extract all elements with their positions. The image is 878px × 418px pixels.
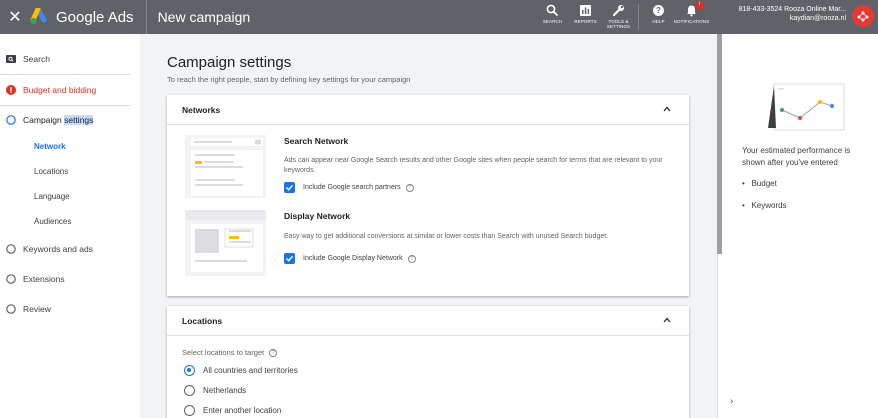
step-circle-icon xyxy=(6,244,16,254)
tool-label: HELP xyxy=(652,19,665,24)
step-circle-icon xyxy=(6,274,16,284)
wrench-icon xyxy=(612,5,624,17)
nav-item-search[interactable]: Search xyxy=(0,44,130,74)
nav-item-label: Campaign settings xyxy=(23,115,94,125)
nav-item-label: Budget and bidding xyxy=(23,85,97,95)
nav-item-label: Extensions xyxy=(23,274,65,284)
tool-label: NOTIFICATIONS xyxy=(673,19,710,24)
radio-button[interactable] xyxy=(184,385,195,396)
location-option-all[interactable]: All countries and territories xyxy=(184,365,298,376)
avatar[interactable] xyxy=(852,5,874,27)
performance-chart-illustration xyxy=(768,83,845,131)
radio-label: Netherlands xyxy=(203,386,247,395)
divider xyxy=(638,4,639,30)
checkmark-icon xyxy=(286,255,294,262)
nav-item-budget[interactable]: Budget and bidding xyxy=(0,75,130,105)
subnav-language[interactable]: Language xyxy=(34,192,70,201)
brand-name: Google Ads xyxy=(56,8,134,26)
main-content: Campaign settings To reach the right peo… xyxy=(140,34,717,418)
display-network-title: Display Network xyxy=(284,211,351,221)
tools-settings-button[interactable]: TOOLS & SETTINGS xyxy=(602,0,635,34)
nav-item-campaign-settings[interactable]: Campaign settings xyxy=(0,105,130,135)
display-network-label: Include Google Display Network xyxy=(303,255,403,262)
reports-button[interactable]: REPORTS xyxy=(569,0,602,34)
nav-item-keywords[interactable]: Keywords and ads xyxy=(0,234,130,264)
locations-card: Locations Select locations to target ? A… xyxy=(167,306,689,418)
google-ads-logo xyxy=(30,6,50,26)
radio-button[interactable] xyxy=(184,365,195,376)
display-network-illustration xyxy=(185,210,266,276)
tool-label: REPORTS xyxy=(574,19,597,24)
page-title: New campaign xyxy=(157,9,251,25)
nav-item-extensions[interactable]: Extensions xyxy=(0,264,130,294)
radio-label: Enter another location xyxy=(203,406,282,415)
nav-item-label: Search xyxy=(23,54,50,64)
top-bar: ✕ Google Ads New campaign SEARCH REPORTS… xyxy=(0,0,878,34)
reports-icon xyxy=(580,5,591,16)
performance-text: Your estimated performance is shown afte… xyxy=(742,146,851,167)
display-network-row: Include Google Display Network ? xyxy=(284,253,416,264)
subnav-network[interactable]: Network xyxy=(34,142,66,151)
notifications-button[interactable]: ! NOTIFICATIONS xyxy=(673,0,710,34)
right-panel: Your estimated performance is shown afte… xyxy=(717,34,878,418)
search-network-desc: Ads can appear near Google Search result… xyxy=(284,157,663,174)
error-icon xyxy=(6,85,16,95)
tool-label: SEARCH xyxy=(542,19,563,24)
card-title: Networks xyxy=(182,104,221,115)
networks-card-header[interactable]: Networks xyxy=(167,95,689,125)
subnav-audiences[interactable]: Audiences xyxy=(34,217,71,226)
notification-badge: ! xyxy=(695,1,704,10)
account-info[interactable]: 818-433-3524 Rooza Online Mar... kaydian… xyxy=(732,5,846,23)
search-step-icon xyxy=(6,54,16,64)
bullet-item: • Keywords xyxy=(742,201,787,210)
radio-label: All countries and territories xyxy=(203,366,298,375)
step-circle-icon xyxy=(6,115,16,125)
search-icon xyxy=(546,4,559,17)
locations-label: Select locations to target xyxy=(182,348,265,357)
search-partners-label: Include Google search partners xyxy=(303,184,401,191)
networks-card: Networks Search Network Ads can appear n… xyxy=(167,95,689,296)
bullet-item: • Budget xyxy=(742,179,777,188)
help-icon[interactable]: ? xyxy=(405,183,414,192)
subnav-locations[interactable]: Locations xyxy=(34,167,68,176)
help-icon[interactable]: ? xyxy=(407,254,416,263)
checkmark-icon xyxy=(286,184,294,191)
left-nav: Search Budget and bidding Campaign setti… xyxy=(0,34,140,418)
nav-item-review[interactable]: Review xyxy=(0,294,130,324)
locations-card-header[interactable]: Locations xyxy=(167,306,689,336)
nav-item-label: Review xyxy=(23,304,51,314)
tool-label: TOOLS & SETTINGS xyxy=(606,19,631,29)
location-option-other[interactable]: Enter another location xyxy=(184,405,281,416)
toolbar: SEARCH REPORTS TOOLS & SETTINGS ? HELP !… xyxy=(536,0,710,34)
card-title: Locations xyxy=(182,315,223,326)
divider xyxy=(145,0,147,34)
locations-label-row: Select locations to target ? xyxy=(182,348,278,357)
search-partners-row: Include Google search partners ? xyxy=(284,182,414,193)
search-button[interactable]: SEARCH xyxy=(536,0,569,34)
display-network-desc: Easy way to get additional conversions a… xyxy=(284,233,609,240)
chevron-right-icon[interactable]: › xyxy=(730,396,733,407)
nav-item-label: Keywords and ads xyxy=(23,244,93,254)
step-circle-icon xyxy=(6,304,16,314)
close-icon[interactable]: ✕ xyxy=(4,7,26,27)
account-id: 818-433-3524 Rooza Online Mar... xyxy=(738,6,846,13)
chevron-up-icon[interactable] xyxy=(663,316,671,324)
svg-text:?: ? xyxy=(656,6,661,15)
help-button[interactable]: ? HELP xyxy=(642,0,675,34)
chevron-up-icon[interactable] xyxy=(663,105,671,113)
search-network-title: Search Network xyxy=(284,136,349,146)
section-title: Campaign settings xyxy=(167,54,292,71)
account-email: kaydian@rooza.nl xyxy=(789,15,846,22)
scrollbar[interactable] xyxy=(717,34,722,254)
help-icon[interactable]: ? xyxy=(269,348,278,357)
radio-button[interactable] xyxy=(184,405,195,416)
search-partners-checkbox[interactable] xyxy=(284,182,295,193)
section-subtitle: To reach the right people, start by defi… xyxy=(167,75,411,84)
location-option-netherlands[interactable]: Netherlands xyxy=(184,385,246,396)
search-network-illustration xyxy=(185,135,266,198)
help-icon: ? xyxy=(653,5,664,16)
display-network-checkbox[interactable] xyxy=(284,253,295,264)
